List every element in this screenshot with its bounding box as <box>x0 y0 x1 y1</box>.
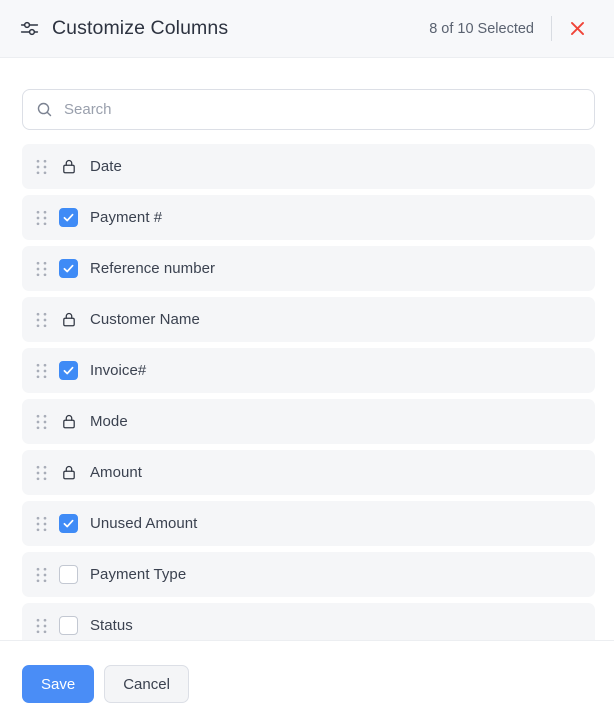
close-icon <box>568 19 587 38</box>
lock-icon <box>59 463 78 482</box>
column-row[interactable]: Amount <box>22 450 595 495</box>
column-checkbox[interactable] <box>59 361 78 380</box>
column-row[interactable]: Customer Name <box>22 297 595 342</box>
search-section <box>0 89 614 130</box>
column-label: Date <box>90 158 122 175</box>
page-title: Customize Columns <box>52 17 229 39</box>
drag-handle-icon[interactable] <box>36 516 59 532</box>
dialog-footer: Save Cancel <box>0 640 614 727</box>
column-label: Amount <box>90 464 142 481</box>
column-checkbox[interactable] <box>59 616 78 635</box>
column-label: Status <box>90 617 133 634</box>
dialog-header: Customize Columns 8 of 10 Selected <box>0 0 614 58</box>
dialog-body: Date Payment # Reference number Customer Na… <box>0 58 614 640</box>
drag-handle-icon[interactable] <box>36 312 59 328</box>
column-row[interactable]: Status <box>22 603 595 640</box>
column-label: Invoice# <box>90 362 147 379</box>
drag-handle-icon[interactable] <box>36 618 59 634</box>
column-row[interactable]: Payment # <box>22 195 595 240</box>
column-label: Unused Amount <box>90 515 198 532</box>
column-row[interactable]: Date <box>22 144 595 189</box>
column-checkbox-wrap <box>59 616 78 635</box>
column-list[interactable]: Date Payment # Reference number Customer Na… <box>0 144 614 640</box>
column-checkbox-wrap <box>59 361 78 380</box>
drag-handle-icon[interactable] <box>36 363 59 379</box>
drag-handle-icon[interactable] <box>36 159 59 175</box>
search-input[interactable] <box>64 90 582 129</box>
drag-handle-icon[interactable] <box>36 567 59 583</box>
lock-icon <box>59 310 78 329</box>
column-label: Reference number <box>90 260 216 277</box>
search-box[interactable] <box>22 89 595 130</box>
column-checkbox[interactable] <box>59 259 78 278</box>
cancel-button[interactable]: Cancel <box>104 665 189 703</box>
customize-columns-dialog: Customize Columns 8 of 10 Selected Searc… <box>0 0 614 727</box>
lock-icon <box>59 157 78 176</box>
header-divider <box>551 16 552 41</box>
column-label: Payment Type <box>90 566 187 583</box>
column-checkbox-wrap <box>59 565 78 584</box>
search-icon <box>36 101 64 118</box>
drag-handle-icon[interactable] <box>36 261 59 277</box>
column-checkbox-wrap <box>59 208 78 227</box>
column-label: Payment # <box>90 209 163 226</box>
column-row[interactable]: Invoice# <box>22 348 595 393</box>
lock-icon <box>59 412 78 431</box>
header-left-group: Customize Columns <box>19 17 429 40</box>
header-right-group: 8 of 10 Selected <box>429 10 596 48</box>
close-button[interactable] <box>558 10 596 48</box>
column-checkbox-wrap <box>59 259 78 278</box>
column-checkbox-wrap <box>59 514 78 533</box>
column-label: Customer Name <box>90 311 200 328</box>
column-row[interactable]: Unused Amount <box>22 501 595 546</box>
column-row[interactable]: Mode <box>22 399 595 444</box>
column-checkbox[interactable] <box>59 565 78 584</box>
column-row[interactable]: Reference number <box>22 246 595 291</box>
column-checkbox[interactable] <box>59 514 78 533</box>
drag-handle-icon[interactable] <box>36 414 59 430</box>
column-row[interactable]: Payment Type <box>22 552 595 597</box>
drag-handle-icon[interactable] <box>36 465 59 481</box>
save-button[interactable]: Save <box>22 665 95 703</box>
selected-count-label: 8 of 10 Selected <box>429 20 534 37</box>
sliders-icon <box>19 18 40 39</box>
column-checkbox[interactable] <box>59 208 78 227</box>
drag-handle-icon[interactable] <box>36 210 59 226</box>
column-label: Mode <box>90 413 128 430</box>
